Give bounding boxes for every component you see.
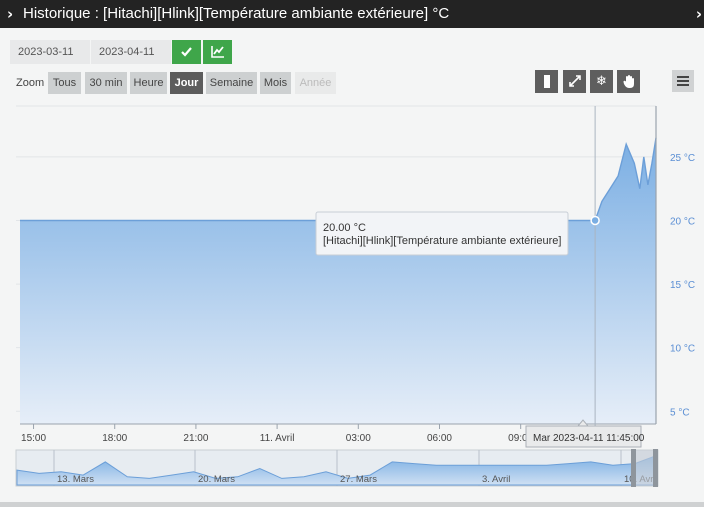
x-tick-label: 11. Avril [260,433,295,444]
temperature-line [20,137,657,222]
window-title: Historique : [Hitachi][Hlink][Températur… [23,5,450,22]
y-tick-label: 25 °C [670,153,695,164]
x-tick-label: 03:00 [346,433,371,444]
navigator-label: 20. Mars [198,474,235,485]
x-tick-label: 15:00 [21,433,46,444]
navigator-label: 13. Mars [57,474,94,485]
tooltip-value: 20.00 °C [323,222,366,234]
navigator-left-handle[interactable] [631,449,636,487]
x-tick-label: 18:00 [102,433,127,444]
value-tooltip: 20.00 °C [Hitachi][Hlink][Température am… [315,211,569,256]
y-tick-label: 20 °C [670,216,695,227]
y-tick-label: 15 °C [670,280,695,291]
y-tick-label: 10 °C [670,344,695,355]
tooltip-series: [Hitachi][Hlink][Température ambiante ex… [323,235,561,247]
close-icon[interactable]: › [696,5,702,23]
x-tick-label: 21:00 [183,433,208,444]
hover-marker [590,215,600,226]
navigator-label: 27. Mars [340,474,377,485]
history-panel: 2023-03-11 2023-04-11 Zoom Tous 30 min H… [0,28,704,502]
y-tick-label: 5 °C [670,407,690,418]
navigator-label: 3. Avril [482,474,510,485]
tooltip-timestamp: Mar 2023-04-11 11:45:00 [533,433,645,444]
navigator[interactable]: 13. Mars20. Mars27. Mars3. Avril10. Avri… [15,449,659,487]
bottom-strip [0,502,704,507]
x-tick-label: 06:00 [427,433,452,444]
history-chart[interactable]: 5 °C 10 °C 15 °C 20 °C 25 °C 15:00 18:00 21:00… [0,28,704,502]
navigator-right-handle[interactable] [653,449,658,487]
temperature-area [20,137,656,425]
title-bar: › Historique : [Hitachi][Hlink][Températ… [0,0,704,28]
chevron-right-icon: › [7,5,14,23]
